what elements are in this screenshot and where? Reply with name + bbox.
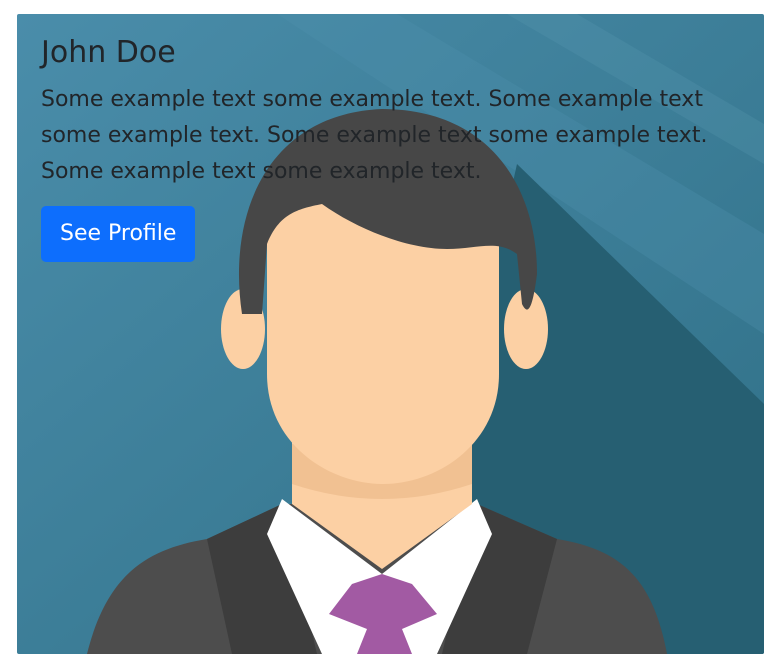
profile-card: John Doe Some example text some example … [17,14,764,654]
card-title: John Doe [41,35,176,70]
card-text: Some example text some example text. Som… [41,87,708,184]
see-profile-button[interactable]: See Profile [41,206,196,262]
card-body: John Doe Some example text some example … [41,34,744,262]
